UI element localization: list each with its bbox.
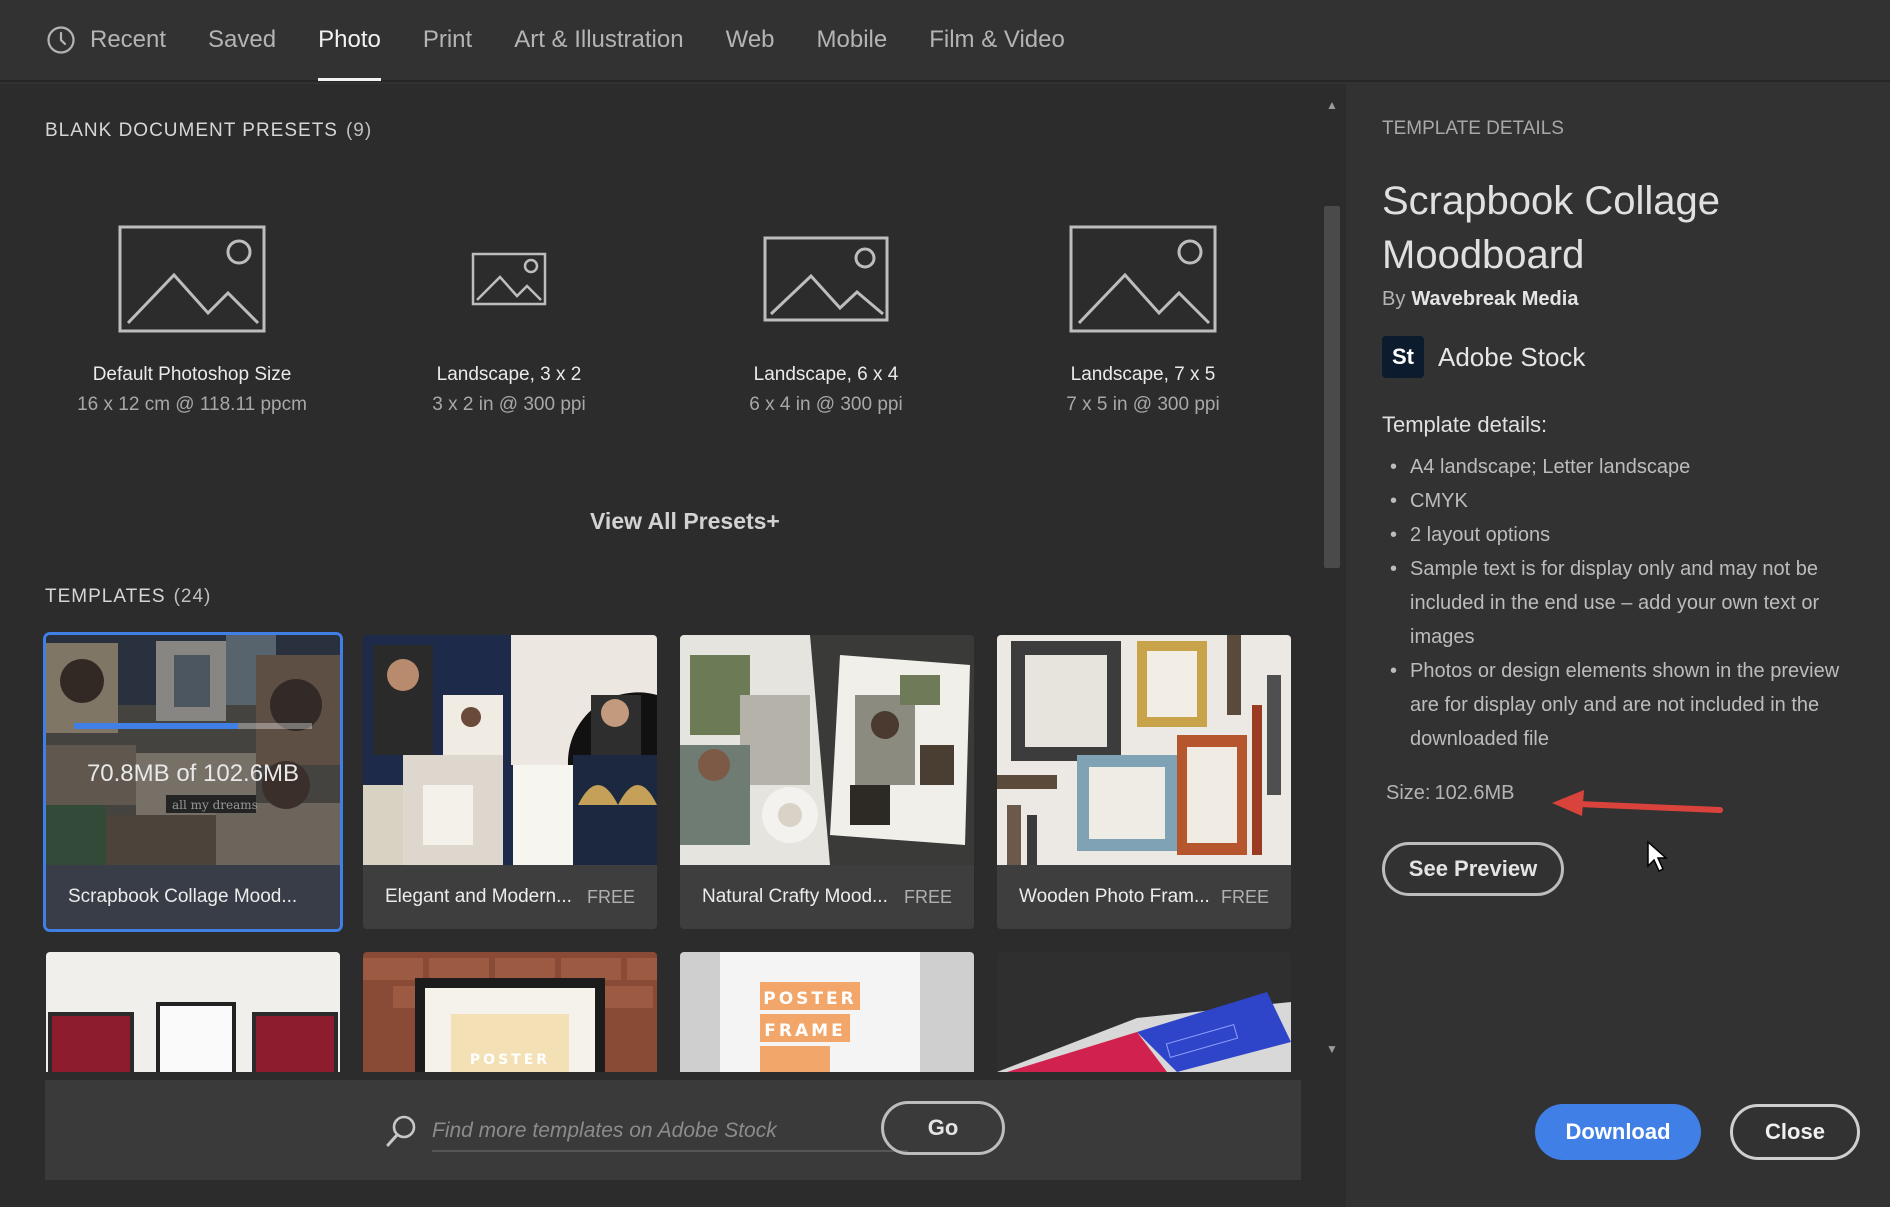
presets-count: (9)	[345, 120, 373, 141]
download-button[interactable]: Download	[1535, 1104, 1701, 1160]
size-label: Size:	[1386, 782, 1431, 804]
download-progress-text: 70.8MB of 102.6MB	[86, 760, 300, 787]
templates-heading: TEMPLATES (24)	[45, 586, 211, 608]
template-name: Scrapbook Collage Mood...	[68, 886, 298, 907]
go-button[interactable]: Go	[881, 1101, 1005, 1155]
poster-label: POSTER	[470, 1052, 550, 1068]
tab-saved[interactable]: Saved	[208, 0, 276, 81]
preset-landscape-7x5[interactable]: Landscape, 7 x 5 7 x 5 in @ 300 ppi	[993, 214, 1293, 416]
preset-name: Landscape, 6 x 4	[753, 364, 899, 385]
details-item: 2 layout options	[1382, 518, 1852, 552]
image-placeholder-icon	[359, 214, 659, 344]
preset-dims: 7 x 5 in @ 300 ppi	[1066, 394, 1220, 415]
template-thumbnail	[680, 635, 974, 865]
template-card-elegant-modern[interactable]: Elegant and Modern... FREE	[363, 635, 657, 929]
details-item: CMYK	[1382, 484, 1852, 518]
template-card-row2-4[interactable]	[997, 952, 1291, 1072]
preset-default-photoshop-size[interactable]: Default Photoshop Size 16 x 12 cm @ 118.…	[42, 214, 342, 416]
adobe-stock-icon: St	[1382, 336, 1424, 378]
preset-landscape-3x2[interactable]: Landscape, 3 x 2 3 x 2 in @ 300 ppi	[359, 214, 659, 416]
details-heading: Template details:	[1382, 412, 1548, 437]
details-list: A4 landscape; Letter landscape CMYK 2 la…	[1382, 450, 1852, 756]
mouse-cursor-icon	[1646, 840, 1668, 879]
search-icon	[385, 1114, 417, 1153]
image-placeholder-icon	[993, 214, 1293, 344]
template-name: Wooden Photo Fram...	[1019, 886, 1210, 907]
details-item: Sample text is for display only and may …	[1382, 552, 1852, 654]
tab-art-illustration[interactable]: Art & Illustration	[514, 0, 683, 81]
free-badge: FREE	[1220, 886, 1269, 907]
main-content: BLANK DOCUMENT PRESETS (9) Default Photos…	[0, 84, 1346, 1207]
template-size: Size: 102.6MB	[1382, 782, 1515, 805]
template-card-natural-crafty[interactable]: Natural Crafty Mood... FREE	[680, 635, 974, 929]
by-label: By	[1382, 288, 1406, 310]
preset-name: Landscape, 7 x 5	[1070, 364, 1216, 385]
size-value: 102.6MB	[1434, 782, 1515, 804]
stock-search-bar: Go	[45, 1080, 1301, 1180]
template-caption: Wooden Photo Fram... FREE	[997, 865, 1291, 929]
template-caption: Natural Crafty Mood... FREE	[680, 865, 974, 929]
template-caption: Elegant and Modern... FREE	[363, 865, 657, 929]
template-caption: Scrapbook Collage Mood...	[46, 865, 340, 929]
author-name: Wavebreak Media	[1411, 288, 1579, 310]
scroll-up-arrow[interactable]: ▲	[1326, 98, 1338, 112]
close-button[interactable]: Close	[1730, 1104, 1860, 1160]
template-title: Scrapbook Collage Moodboard	[1382, 179, 1720, 277]
image-placeholder-icon	[676, 214, 976, 344]
preset-dims: 3 x 2 in @ 300 ppi	[432, 394, 586, 415]
template-name: Elegant and Modern...	[385, 886, 572, 907]
free-badge: FREE	[903, 886, 952, 907]
template-thumbnail	[997, 635, 1291, 865]
poster-frame-line1: POSTER	[763, 989, 856, 1009]
stock-search-input[interactable]	[432, 1112, 908, 1152]
template-card-wooden-photo-frame[interactable]: Wooden Photo Fram... FREE	[997, 635, 1291, 929]
preset-name: Landscape, 3 x 2	[436, 364, 582, 385]
tab-film-video[interactable]: Film & Video	[929, 0, 1065, 81]
template-name: Natural Crafty Mood...	[702, 886, 888, 907]
stock-name: Adobe Stock	[1438, 341, 1586, 372]
templates-title: TEMPLATES	[45, 586, 166, 607]
view-all-presets-link[interactable]: View All Presets+	[590, 508, 780, 535]
top-nav: Recent Saved Photo Print Art & Illustrat…	[0, 0, 1890, 82]
scrollbar-thumb[interactable]	[1324, 206, 1340, 568]
preset-dims: 6 x 4 in @ 300 ppi	[749, 394, 903, 415]
annotation-arrow-icon	[1548, 784, 1728, 829]
image-placeholder-icon	[42, 214, 342, 344]
tab-photo[interactable]: Photo	[318, 0, 381, 81]
free-badge: FREE	[586, 886, 635, 907]
template-thumbnail	[363, 635, 657, 865]
templates-count: (24)	[173, 586, 212, 607]
template-card-scrapbook-collage[interactable]: all my dreams 70.8MB of 102.6MB Scrapboo…	[43, 632, 343, 932]
tab-recent-label: Recent	[90, 26, 167, 53]
adobe-stock-source: St Adobe Stock	[1382, 336, 1585, 378]
template-card-row2-1[interactable]	[46, 952, 340, 1072]
download-progress-bar	[74, 723, 312, 729]
details-item: A4 landscape; Letter landscape	[1382, 450, 1852, 484]
tab-web[interactable]: Web	[726, 0, 775, 81]
template-author: By Wavebreak Media	[1382, 288, 1578, 311]
scroll-down-arrow[interactable]: ▼	[1326, 1042, 1338, 1056]
details-item: Photos or design elements shown in the p…	[1382, 654, 1852, 756]
tab-print[interactable]: Print	[423, 0, 472, 81]
preset-landscape-6x4[interactable]: Landscape, 6 x 4 6 x 4 in @ 300 ppi	[676, 214, 976, 416]
see-preview-button[interactable]: See Preview	[1382, 842, 1564, 896]
poster-frame-line2: FRAME	[764, 1021, 845, 1041]
template-details-panel: TEMPLATE DETAILS Scrapbook Collage Moodb…	[1346, 84, 1890, 1207]
presets-title: BLANK DOCUMENT PRESETS	[45, 120, 338, 141]
download-progress-overlay: 70.8MB of 102.6MB	[46, 635, 340, 865]
template-thumbnail: all my dreams 70.8MB of 102.6MB	[46, 635, 340, 865]
template-card-row2-3[interactable]: POSTER FRAME	[680, 952, 974, 1072]
preset-name: Default Photoshop Size	[92, 364, 292, 385]
tab-recent[interactable]: Recent	[46, 0, 166, 81]
tab-mobile[interactable]: Mobile	[817, 0, 888, 81]
clock-icon	[46, 25, 76, 55]
template-card-row2-2[interactable]: POSTER	[363, 952, 657, 1072]
preset-dims: 16 x 12 cm @ 118.11 ppcm	[77, 394, 307, 415]
presets-heading: BLANK DOCUMENT PRESETS (9)	[45, 120, 372, 142]
details-section-label: TEMPLATE DETAILS	[1382, 118, 1564, 139]
download-progress-fill	[74, 723, 239, 729]
